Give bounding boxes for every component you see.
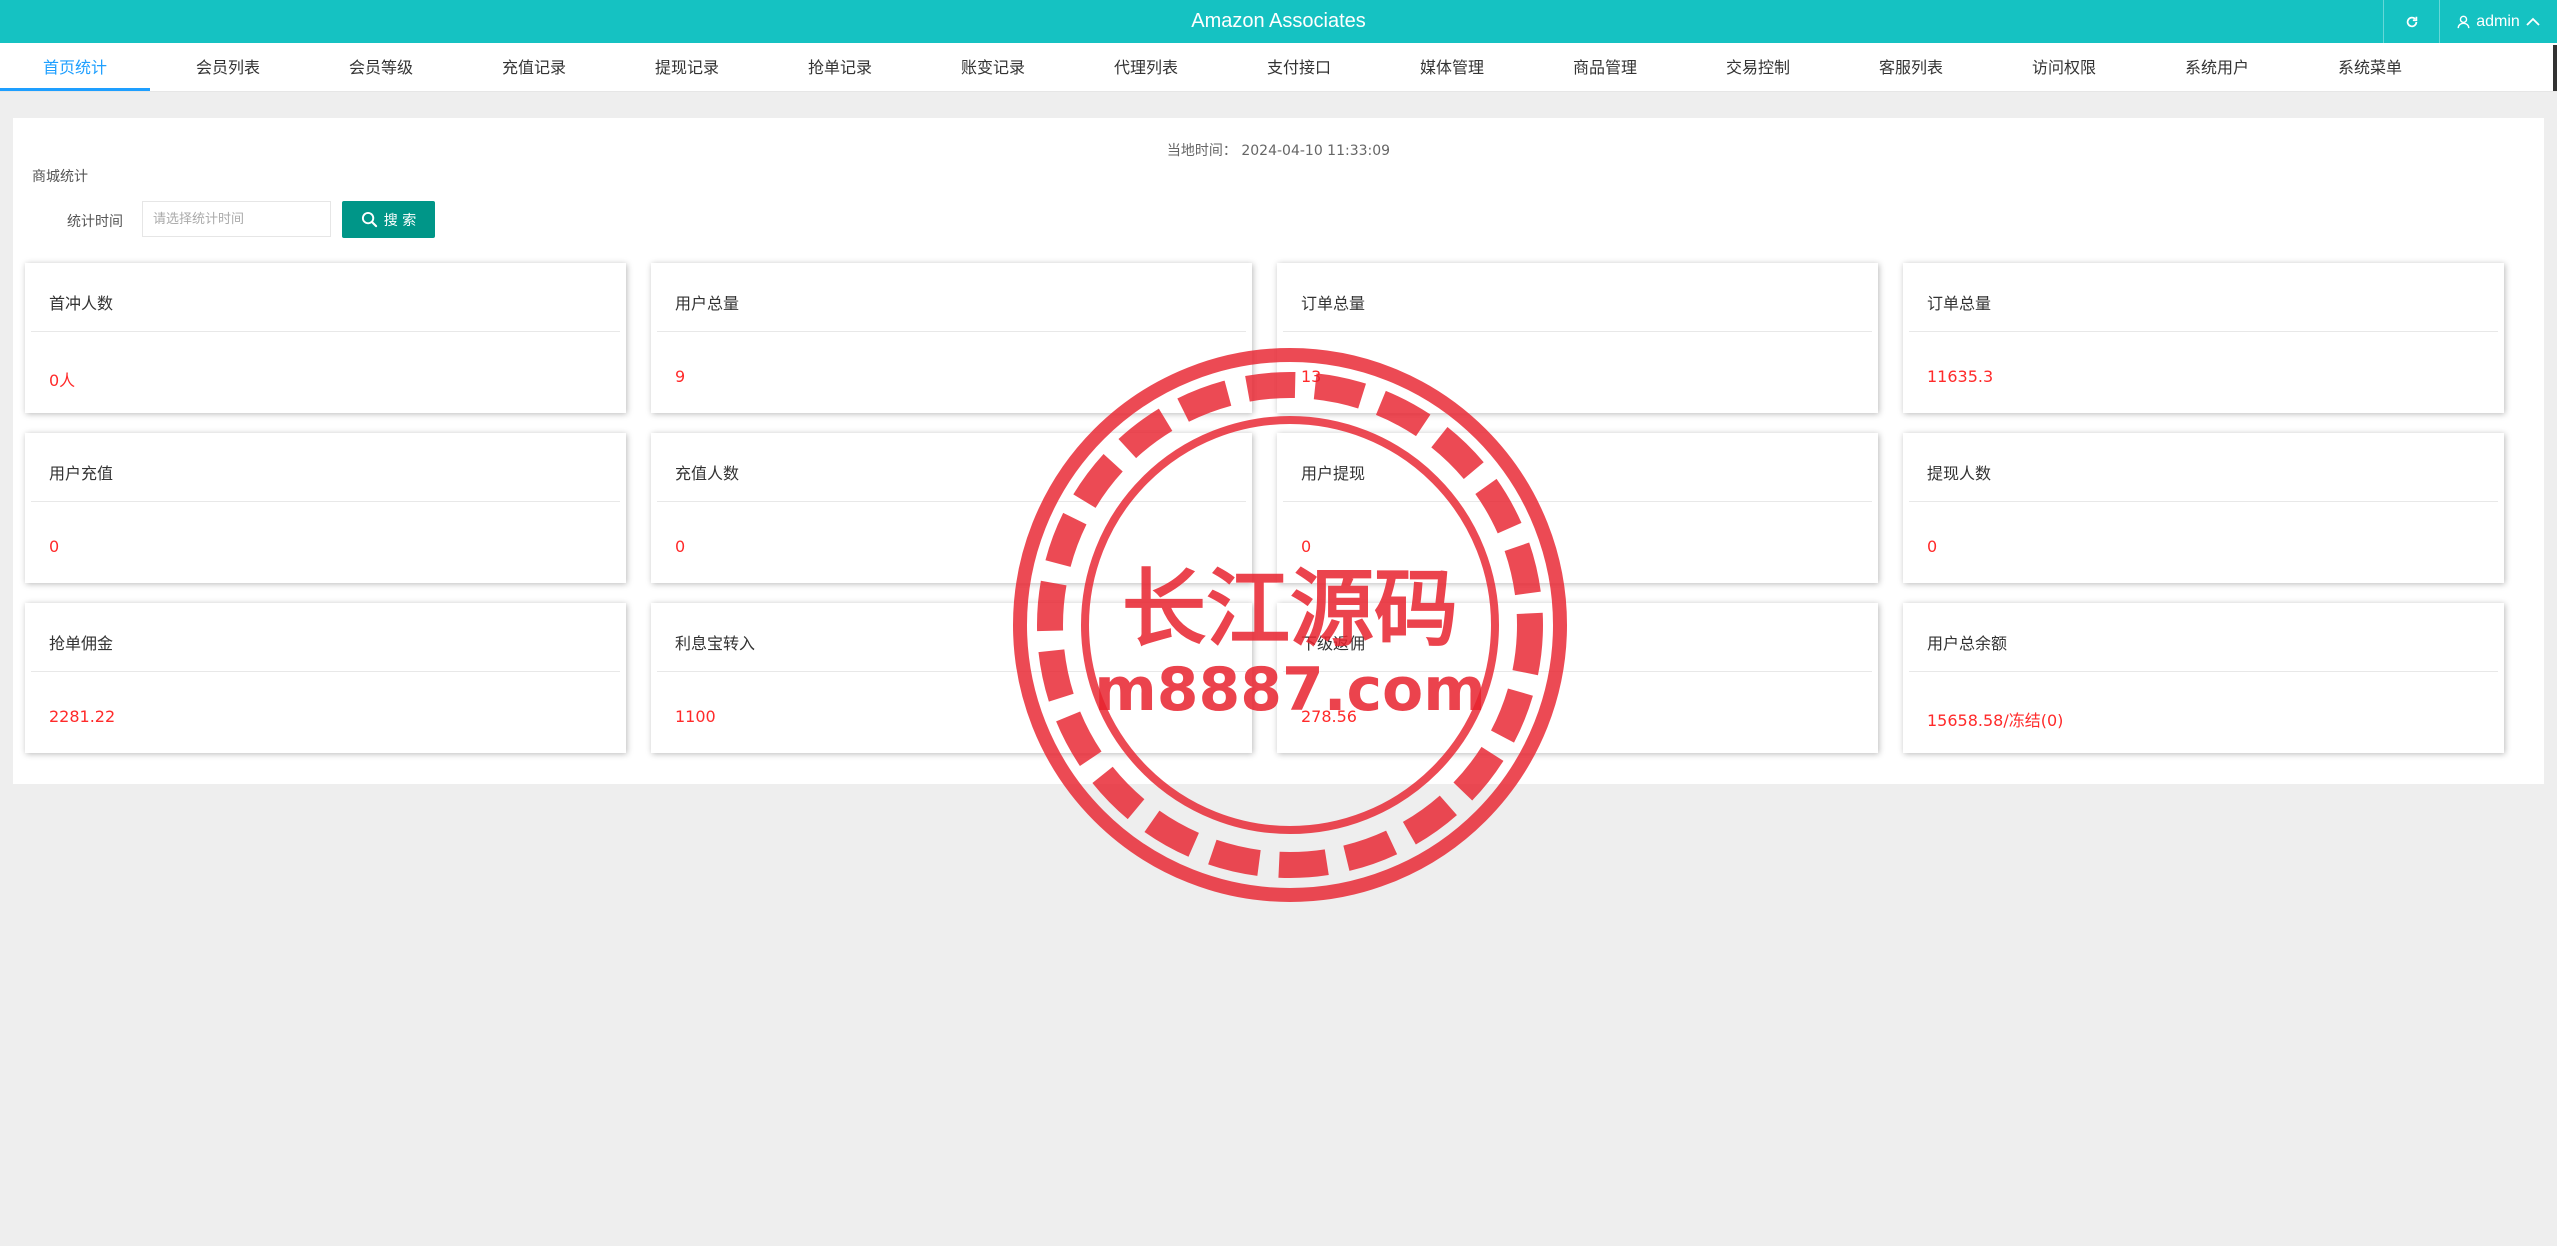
card-divider bbox=[657, 501, 1246, 502]
filter-label: 统计时间 bbox=[67, 214, 123, 230]
tab-payment-api[interactable]: 支付接口 bbox=[1224, 43, 1374, 91]
card-divider bbox=[1909, 671, 2498, 672]
refresh-icon bbox=[2406, 16, 2417, 27]
card-divider bbox=[1909, 331, 2498, 332]
tab-access-permission[interactable]: 访问权限 bbox=[1989, 43, 2139, 91]
card-value: 2281.22 bbox=[49, 707, 116, 726]
card-value: 15658.58/冻结(0) bbox=[1927, 711, 2064, 730]
local-time: 当地时间： 2024-04-10 11:33:09 bbox=[1166, 143, 1391, 159]
stat-card: 抢单佣金 2281.22 bbox=[25, 603, 626, 753]
card-divider bbox=[1283, 671, 1872, 672]
tab-system-menu[interactable]: 系统菜单 bbox=[2295, 43, 2445, 91]
card-title: 用户总量 bbox=[675, 294, 740, 313]
stat-card: 充值人数 0 bbox=[651, 433, 1252, 583]
header-actions: admin bbox=[2383, 0, 2557, 43]
card-value: 0人 bbox=[49, 371, 76, 390]
search-button-label: 搜 索 bbox=[383, 212, 417, 229]
stat-card: 订单总量 13 bbox=[1277, 263, 1878, 413]
card-title: 订单总量 bbox=[1927, 294, 1992, 313]
app-title: Amazon Associates bbox=[1191, 10, 1366, 32]
card-divider bbox=[31, 671, 620, 672]
tab-agent-list[interactable]: 代理列表 bbox=[1071, 43, 1221, 91]
tab-system-users[interactable]: 系统用户 bbox=[2142, 43, 2292, 91]
card-title: 订单总量 bbox=[1301, 294, 1366, 313]
stat-card: 用户提现 0 bbox=[1277, 433, 1878, 583]
main-nav: 首页统计 会员列表 会员等级 充值记录 提现记录 抢单记录 账变记录 代理列表 … bbox=[0, 43, 2557, 92]
tab-trade-control[interactable]: 交易控制 bbox=[1683, 43, 1833, 91]
tab-recharge-records[interactable]: 充值记录 bbox=[459, 43, 609, 91]
tab-withdraw-records[interactable]: 提现记录 bbox=[612, 43, 762, 91]
card-value: 1100 bbox=[675, 707, 716, 726]
tab-member-level[interactable]: 会员等级 bbox=[306, 43, 456, 91]
stat-card: 用户总余额 15658.58/冻结(0) bbox=[1903, 603, 2504, 753]
card-title: 用户充值 bbox=[49, 464, 114, 483]
stat-card: 用户充值 0 bbox=[25, 433, 626, 583]
card-title: 用户提现 bbox=[1301, 464, 1366, 483]
top-header: Amazon Associates admin bbox=[0, 0, 2557, 43]
search-button[interactable]: 搜 索 bbox=[342, 201, 435, 238]
card-value: 11635.3 bbox=[1927, 367, 1994, 386]
card-title: 提现人数 bbox=[1927, 464, 1992, 483]
stat-card: 首冲人数 0人 bbox=[25, 263, 626, 413]
stat-card: 下级返佣 278.56 bbox=[1277, 603, 1878, 753]
stat-card: 用户总量 9 bbox=[651, 263, 1252, 413]
card-title: 充值人数 bbox=[675, 464, 740, 483]
stat-card: 利息宝转入 1100 bbox=[651, 603, 1252, 753]
card-title: 首冲人数 bbox=[49, 294, 114, 313]
user-icon bbox=[2457, 15, 2470, 28]
card-value: 278.56 bbox=[1301, 707, 1357, 726]
card-divider bbox=[1283, 501, 1872, 502]
card-title: 利息宝转入 bbox=[675, 634, 756, 653]
tab-account-change[interactable]: 账变记录 bbox=[918, 43, 1068, 91]
card-title: 抢单佣金 bbox=[49, 634, 114, 653]
search-icon bbox=[361, 211, 377, 228]
card-value: 0 bbox=[1301, 537, 1312, 556]
stat-card: 提现人数 0 bbox=[1903, 433, 2504, 583]
card-title: 下级返佣 bbox=[1301, 634, 1366, 653]
stats-panel: 当地时间： 2024-04-10 11:33:09 商城统计 统计时间 搜 索 … bbox=[13, 118, 2544, 784]
card-value: 0 bbox=[49, 537, 60, 556]
stat-date-input[interactable] bbox=[142, 201, 331, 237]
card-divider bbox=[31, 501, 620, 502]
stat-card: 订单总量 11635.3 bbox=[1903, 263, 2504, 413]
tab-media-management[interactable]: 媒体管理 bbox=[1377, 43, 1527, 91]
card-value: 0 bbox=[1927, 537, 1938, 556]
chevron-up-icon bbox=[2526, 17, 2540, 26]
tab-grab-order-records[interactable]: 抢单记录 bbox=[765, 43, 915, 91]
card-value: 9 bbox=[675, 367, 686, 386]
card-divider bbox=[1909, 501, 2498, 502]
card-divider bbox=[657, 671, 1246, 672]
card-divider bbox=[31, 331, 620, 332]
tab-product-management[interactable]: 商品管理 bbox=[1530, 43, 1680, 91]
user-name: admin bbox=[2476, 12, 2520, 30]
card-value: 0 bbox=[675, 537, 686, 556]
user-menu[interactable]: admin bbox=[2439, 0, 2557, 43]
card-divider bbox=[1283, 331, 1872, 332]
tab-customer-service[interactable]: 客服列表 bbox=[1836, 43, 1986, 91]
tab-home-stats[interactable]: 首页统计 bbox=[0, 43, 150, 91]
card-divider bbox=[657, 331, 1246, 332]
refresh-button[interactable] bbox=[2383, 0, 2439, 43]
section-title: 商城统计 bbox=[32, 169, 88, 185]
nav-scrollbar[interactable] bbox=[2553, 45, 2557, 91]
card-title: 用户总余额 bbox=[1927, 634, 2008, 653]
tab-member-list[interactable]: 会员列表 bbox=[153, 43, 303, 91]
card-value: 13 bbox=[1301, 367, 1322, 386]
